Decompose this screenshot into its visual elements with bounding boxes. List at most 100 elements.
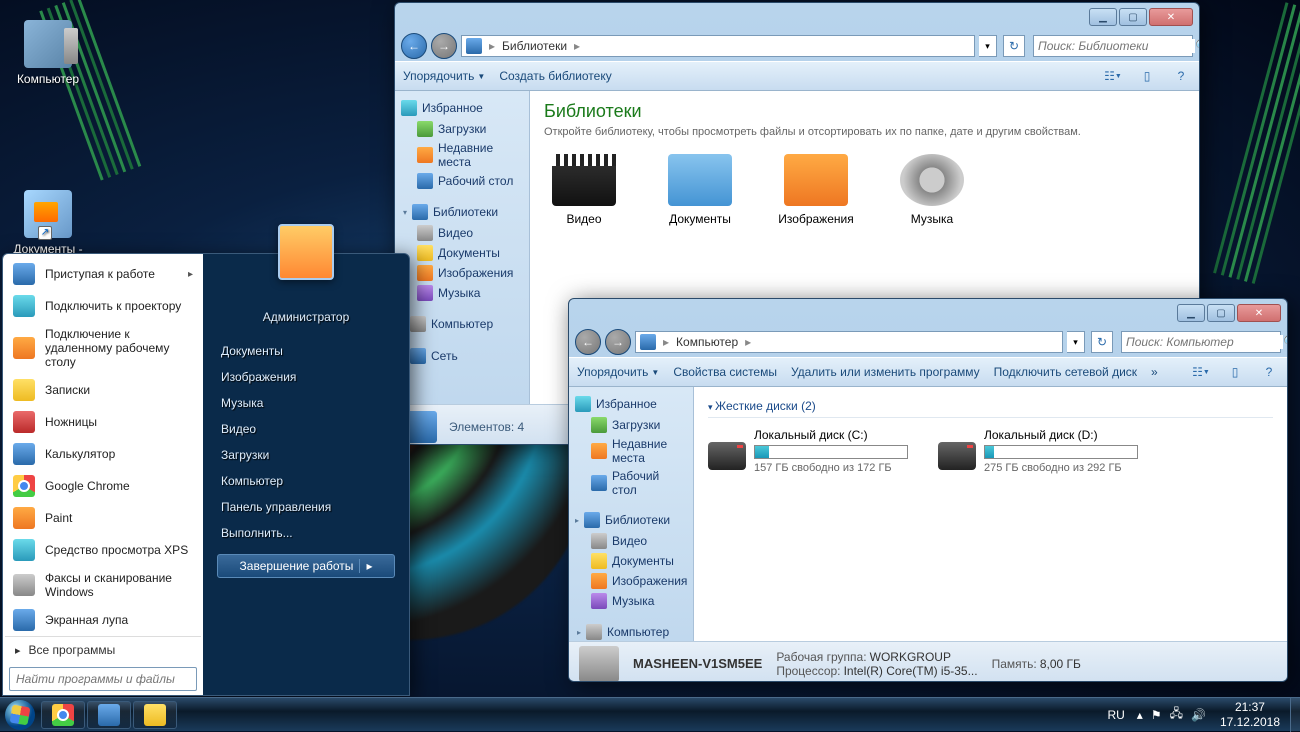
view-button[interactable]: ☷▼ <box>1103 66 1123 86</box>
nav-item-documents[interactable]: Документы <box>395 243 529 263</box>
forward-button[interactable]: → <box>431 33 457 59</box>
library-item-pictures[interactable]: Изображения <box>776 154 856 226</box>
new-library-button[interactable]: Создать библиотеку <box>499 69 611 83</box>
titlebar[interactable]: ▁ ▢ ✕ <box>395 3 1199 31</box>
nav-item-pictures[interactable]: Изображения <box>395 263 529 283</box>
start-item-getting-started[interactable]: Приступая к работе▸ <box>5 258 201 290</box>
nav-computer-head[interactable]: ▸Компьютер <box>395 313 529 335</box>
nav-libraries-head[interactable]: ▸Библиотеки <box>569 509 693 531</box>
start-item-magnifier[interactable]: Экранная лупа <box>5 604 201 636</box>
nav-computer-head[interactable]: ▸Компьютер <box>571 621 691 641</box>
address-bar[interactable]: ▸ Компьютер ▸ <box>635 331 1063 353</box>
nav-libraries-head[interactable]: ▾Библиотеки <box>397 201 527 223</box>
language-indicator[interactable]: RU <box>1103 706 1128 724</box>
nav-item-videos[interactable]: Видео <box>569 531 693 551</box>
nav-item-recent[interactable]: Недавние места <box>395 139 529 171</box>
all-programs-button[interactable]: Все программы <box>5 636 201 663</box>
maximize-button[interactable]: ▢ <box>1119 8 1147 26</box>
maximize-button[interactable]: ▢ <box>1207 304 1235 322</box>
breadcrumb[interactable]: Библиотеки <box>502 39 567 53</box>
nav-item-documents[interactable]: Документы <box>569 551 693 571</box>
shutdown-button[interactable]: Завершение работы <box>217 554 395 578</box>
nav-item-desktop[interactable]: Рабочий стол <box>395 171 529 191</box>
system-properties-button[interactable]: Свойства системы <box>673 365 777 379</box>
nav-item-recent[interactable]: Недавние места <box>569 435 693 467</box>
start-item-sticky-notes[interactable]: Записки <box>5 374 201 406</box>
start-right-documents[interactable]: Документы <box>217 338 395 364</box>
start-search-input[interactable] <box>9 667 197 691</box>
view-button[interactable]: ☷▼ <box>1191 362 1211 382</box>
address-dropdown[interactable]: ▾ <box>1067 331 1085 353</box>
library-item-documents[interactable]: Документы <box>660 154 740 226</box>
search-input[interactable] <box>1038 39 1195 53</box>
nav-item-music[interactable]: Музыка <box>569 591 693 611</box>
taskbar-pin-explorer[interactable] <box>133 701 177 729</box>
start-item-paint[interactable]: Paint <box>5 502 201 534</box>
start-right-computer[interactable]: Компьютер <box>217 468 395 494</box>
start-item-snipping[interactable]: Ножницы <box>5 406 201 438</box>
drive-item-c[interactable]: Локальный диск (C:) 157 ГБ свободно из 1… <box>708 428 908 474</box>
start-right-music[interactable]: Музыка <box>217 390 395 416</box>
address-dropdown[interactable]: ▾ <box>979 35 997 57</box>
nav-item-downloads[interactable]: Загрузки <box>569 415 693 435</box>
taskbar-pin-app[interactable] <box>87 701 131 729</box>
library-item-music[interactable]: Музыка <box>892 154 972 226</box>
close-button[interactable]: ✕ <box>1149 8 1193 26</box>
start-item-chrome[interactable]: Google Chrome <box>5 470 201 502</box>
nav-item-pictures[interactable]: Изображения <box>569 571 693 591</box>
start-right-downloads[interactable]: Загрузки <box>217 442 395 468</box>
nav-item-downloads[interactable]: Загрузки <box>395 119 529 139</box>
back-button[interactable]: ← <box>401 33 427 59</box>
organize-button[interactable]: Упорядочить▼ <box>403 69 485 83</box>
drives-heading[interactable]: Жесткие диски (2) <box>708 395 1273 418</box>
start-right-control-panel[interactable]: Панель управления <box>217 494 395 520</box>
drive-item-d[interactable]: Локальный диск (D:) 275 ГБ свободно из 2… <box>938 428 1138 474</box>
nav-favorites-head[interactable]: Избранное <box>395 97 529 119</box>
search-box[interactable]: 🔍 <box>1121 331 1281 353</box>
map-drive-button[interactable]: Подключить сетевой диск <box>994 365 1137 379</box>
help-button[interactable]: ? <box>1259 362 1279 382</box>
help-button[interactable]: ? <box>1171 66 1191 86</box>
minimize-button[interactable]: ▁ <box>1089 8 1117 26</box>
minimize-button[interactable]: ▁ <box>1177 304 1205 322</box>
preview-pane-button[interactable]: ▯ <box>1137 66 1157 86</box>
start-item-fax[interactable]: Факсы и сканирование Windows <box>5 566 201 604</box>
start-item-rdp[interactable]: Подключение к удаленному рабочему столу <box>5 322 201 374</box>
taskbar-pin-chrome[interactable] <box>41 701 85 729</box>
library-item-videos[interactable]: Видео <box>544 154 624 226</box>
preview-pane-button[interactable]: ▯ <box>1225 362 1245 382</box>
start-item-projector[interactable]: Подключить к проектору <box>5 290 201 322</box>
nav-favorites-head[interactable]: Избранное <box>569 393 693 415</box>
clock[interactable]: 21:37 17.12.2018 <box>1214 700 1286 729</box>
start-button[interactable] <box>0 698 40 732</box>
user-avatar[interactable] <box>278 224 334 280</box>
start-item-xps[interactable]: Средство просмотра XPS <box>5 534 201 566</box>
back-button[interactable]: ← <box>575 329 601 355</box>
user-name[interactable]: Администратор <box>217 304 395 330</box>
titlebar[interactable]: ▁ ▢ ✕ <box>569 299 1287 327</box>
breadcrumb[interactable]: Компьютер <box>676 335 738 349</box>
uninstall-button[interactable]: Удалить или изменить программу <box>791 365 980 379</box>
desktop-icon-computer[interactable]: Компьютер <box>8 20 88 86</box>
action-center-icon[interactable]: ⚑ <box>1151 708 1162 722</box>
forward-button[interactable]: → <box>605 329 631 355</box>
refresh-button[interactable]: ↻ <box>1003 35 1025 57</box>
refresh-button[interactable]: ↻ <box>1091 331 1113 353</box>
start-item-calculator[interactable]: Калькулятор <box>5 438 201 470</box>
start-right-run[interactable]: Выполнить... <box>217 520 395 546</box>
organize-button[interactable]: Упорядочить▼ <box>577 365 659 379</box>
tray-chevron-icon[interactable]: ▴ <box>1137 708 1143 722</box>
nav-item-videos[interactable]: Видео <box>395 223 529 243</box>
close-button[interactable]: ✕ <box>1237 304 1281 322</box>
nav-item-music[interactable]: Музыка <box>395 283 529 303</box>
volume-icon[interactable]: 🔊 <box>1191 708 1206 722</box>
search-box[interactable]: 🔍 <box>1033 35 1193 57</box>
address-bar[interactable]: ▸ Библиотеки ▸ <box>461 35 975 57</box>
network-icon[interactable]: 🖧 <box>1170 704 1183 725</box>
show-desktop-button[interactable] <box>1290 698 1300 732</box>
nav-item-desktop[interactable]: Рабочий стол <box>569 467 693 499</box>
more-button[interactable]: » <box>1151 365 1158 379</box>
nav-network-head[interactable]: ▸Сеть <box>395 345 529 367</box>
search-input[interactable] <box>1126 335 1283 349</box>
start-right-videos[interactable]: Видео <box>217 416 395 442</box>
